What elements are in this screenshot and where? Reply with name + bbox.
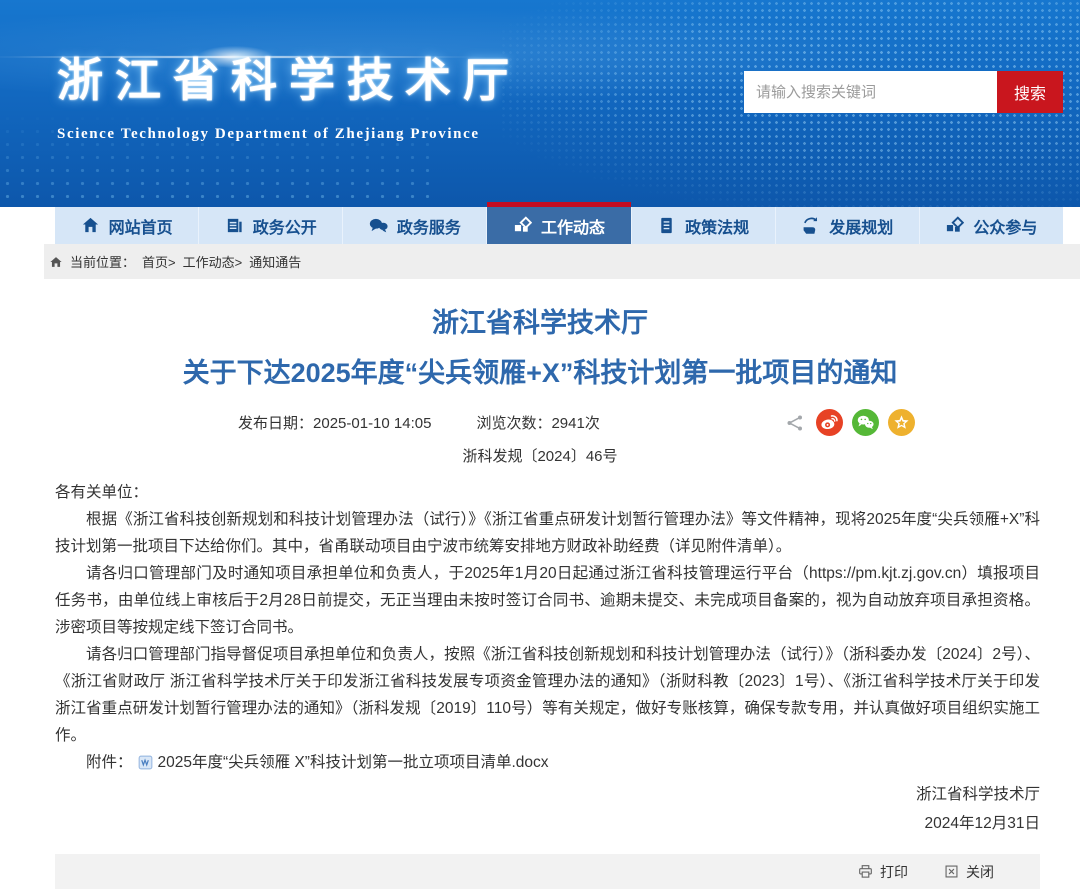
site-title: 浙江省科学技术厅 — [57, 44, 521, 110]
nav-item-label: 政策法规 — [685, 214, 749, 238]
breadcrumb-link-home[interactable]: 首页> — [142, 252, 176, 271]
print-label: 打印 — [880, 862, 908, 882]
nav-item-label: 发展规划 — [829, 214, 893, 238]
breadcrumb-link-notices[interactable]: 通知通告 — [249, 252, 301, 271]
nav-item-label: 政务公开 — [253, 214, 317, 238]
nav-item-label: 公众参与 — [973, 214, 1037, 238]
nav-item-development-planning[interactable]: 发展规划 — [776, 207, 920, 244]
nav-item-label: 网站首页 — [109, 214, 173, 238]
printer-icon — [858, 864, 873, 879]
blocks-icon — [513, 216, 532, 235]
nav-item-gov-services[interactable]: 政务服务 — [343, 207, 487, 244]
site-header: 浙江省科学技术厅 Science Technology Department o… — [0, 0, 1080, 207]
weibo-icon[interactable] — [816, 409, 843, 436]
paragraph: 请各归口管理部门指导督促项目承担单位和负责人，按照《浙江省科技创新规划和科技计划… — [55, 641, 1040, 749]
view-count: 浏览次数：2941次 — [476, 412, 599, 433]
nav-item-home[interactable]: 网站首页 — [55, 207, 199, 244]
article-footer-bar: 打印 关闭 — [55, 854, 1040, 889]
nav-item-gov-disclosure[interactable]: 政务公开 — [199, 207, 343, 244]
home-icon — [49, 255, 63, 269]
blocks-icon — [945, 216, 964, 235]
hand-progress-icon — [801, 216, 820, 235]
breadcrumb-link-work-updates[interactable]: 工作动态> — [183, 252, 243, 271]
document-lines-icon — [657, 216, 676, 235]
share-bar — [786, 409, 915, 436]
article-title-line2: 关于下达2025年度“尖兵领雁+X”科技计划第一批项目的通知 — [40, 355, 1040, 391]
search-box: 搜索 — [744, 71, 1063, 113]
nav-item-work-updates[interactable]: 工作动态 — [487, 207, 631, 244]
signature-org: 浙江省科学技术厅 — [40, 780, 1040, 809]
main-nav: 网站首页 政务公开 政务服务 工作动态 政策法规 发展规划 公众参与 — [55, 207, 1063, 244]
word-doc-icon — [138, 755, 153, 770]
close-button[interactable]: 关闭 — [944, 862, 994, 882]
nav-item-policies[interactable]: 政策法规 — [632, 207, 776, 244]
attachment-row: 附件： 2025年度“尖兵领雁 X”科技计划第一批立项项目清单.docx — [55, 749, 1040, 776]
attachment-label: 附件： — [86, 749, 133, 776]
paragraph: 请各归口管理部门及时通知项目承担单位和负责人，于2025年1月20日起通过浙江省… — [55, 560, 1040, 641]
share-icon[interactable] — [786, 414, 804, 432]
signature-date: 2024年12月31日 — [40, 809, 1040, 838]
nav-item-public-participation[interactable]: 公众参与 — [920, 207, 1063, 244]
site-subtitle: Science Technology Department of Zhejian… — [57, 126, 521, 143]
breadcrumb-prefix: 当前位置： — [70, 252, 135, 271]
article-title-line1: 浙江省科学技术厅 — [40, 305, 1040, 341]
print-button[interactable]: 打印 — [858, 862, 908, 882]
publish-date: 发布日期：2025-01-10 14:05 — [238, 412, 431, 433]
site-logo: 浙江省科学技术厅 Science Technology Department o… — [57, 44, 521, 143]
qzone-star-icon[interactable] — [888, 409, 915, 436]
article: 浙江省科学技术厅 关于下达2025年度“尖兵领雁+X”科技计划第一批项目的通知 … — [0, 305, 1080, 889]
close-icon — [944, 864, 959, 879]
nav-item-label: 工作动态 — [541, 214, 605, 238]
close-label: 关闭 — [966, 862, 994, 882]
chat-bubbles-icon — [369, 216, 388, 235]
home-icon — [81, 216, 100, 235]
document-number: 浙科发规〔2024〕46号 — [40, 446, 1040, 467]
article-meta: 发布日期：2025-01-10 14:05 浏览次数：2941次 — [40, 409, 1040, 436]
signature-block: 浙江省科学技术厅 2024年12月31日 — [40, 780, 1040, 838]
salutation: 各有关单位： — [55, 479, 1040, 506]
search-input[interactable] — [744, 71, 997, 113]
breadcrumb: 当前位置： 首页> 工作动态> 通知通告 — [44, 244, 1080, 279]
search-button[interactable]: 搜索 — [997, 71, 1063, 113]
news-icon — [225, 216, 244, 235]
nav-item-label: 政务服务 — [397, 214, 461, 238]
wechat-icon[interactable] — [852, 409, 879, 436]
attachment-link[interactable]: 2025年度“尖兵领雁 X”科技计划第一批立项项目清单.docx — [158, 749, 549, 776]
article-body: 各有关单位： 根据《浙江省科技创新规划和科技计划管理办法（试行）》《浙江省重点研… — [55, 479, 1040, 776]
paragraph: 根据《浙江省科技创新规划和科技计划管理办法（试行）》《浙江省重点研发计划暂行管理… — [55, 506, 1040, 560]
